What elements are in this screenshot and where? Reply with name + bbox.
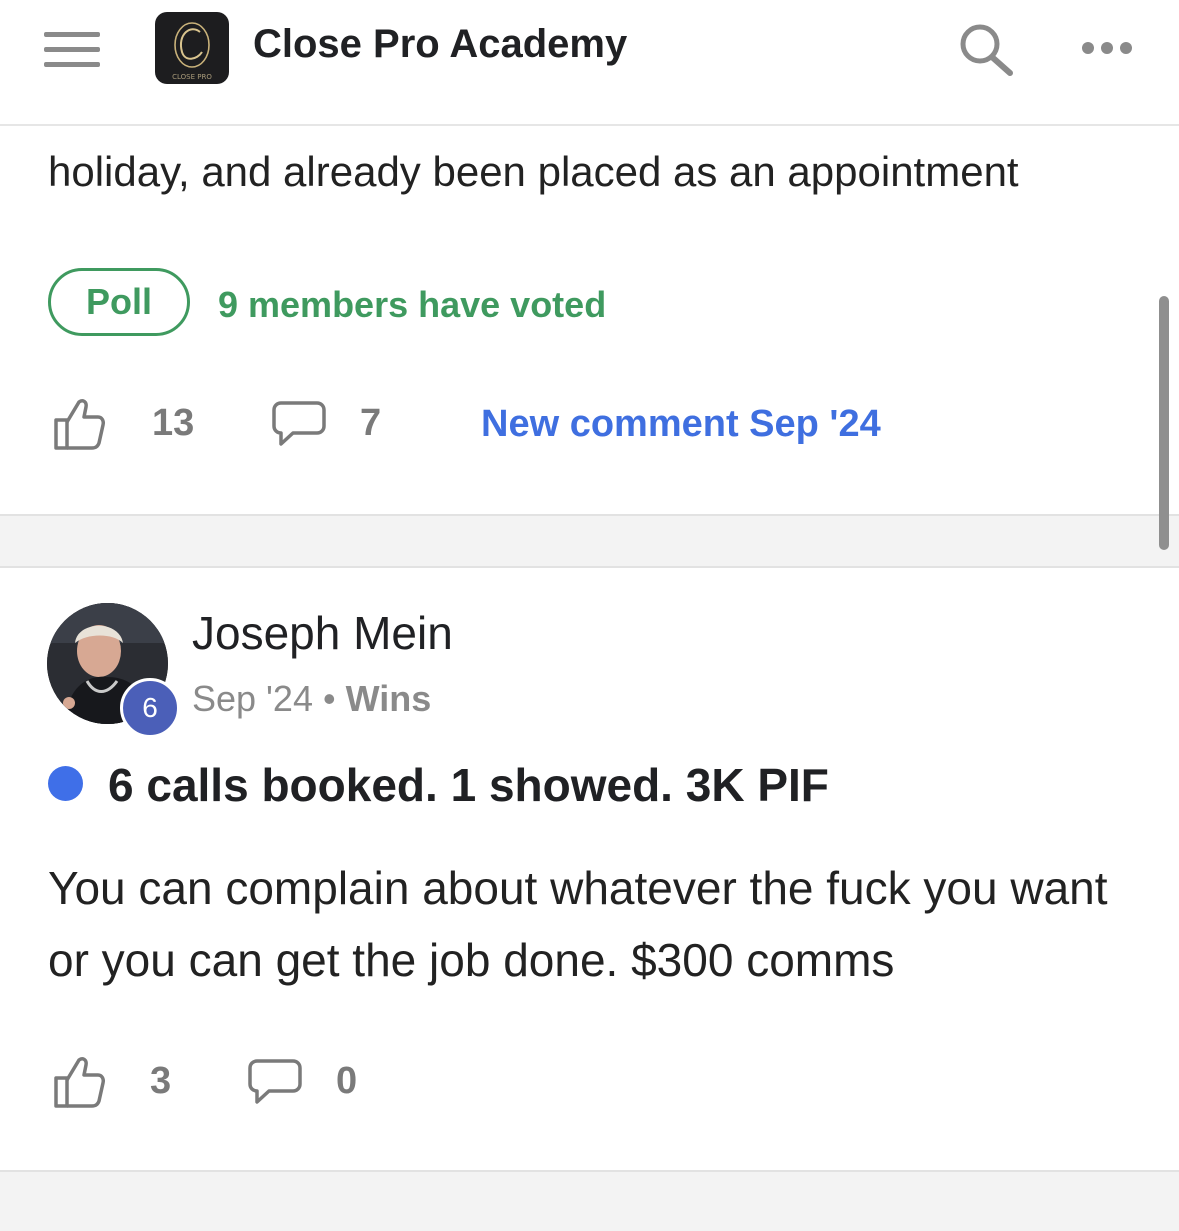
post-date[interactable]: Sep '24 <box>192 678 313 719</box>
app-header: CLOSE PRO Close Pro Academy <box>0 0 1179 126</box>
logo-mark-icon: CLOSE PRO <box>172 22 212 81</box>
group-logo[interactable]: CLOSE PRO <box>155 12 229 84</box>
like-count: 13 <box>152 402 195 444</box>
like-icon[interactable] <box>52 1054 106 1115</box>
more-horizontal-icon[interactable] <box>1080 40 1134 56</box>
post-divider <box>0 1170 1179 1231</box>
search-icon[interactable] <box>956 22 1016 78</box>
comment-icon[interactable] <box>271 400 327 453</box>
like-count: 3 <box>150 1060 172 1102</box>
post-title[interactable]: 6 calls booked. 1 showed. 3K PIF <box>108 758 829 812</box>
logo-text: CLOSE PRO <box>172 73 212 81</box>
group-title[interactable]: Close Pro Academy <box>253 22 627 67</box>
author-name[interactable]: Joseph Mein <box>192 606 453 660</box>
comment-icon[interactable] <box>247 1058 303 1111</box>
meta-separator: • <box>323 678 336 719</box>
scrollbar-thumb[interactable] <box>1159 296 1169 550</box>
post-category[interactable]: Wins <box>346 678 432 719</box>
poll-votes-text: 9 members have voted <box>218 284 607 325</box>
post-meta: Sep '24 • Wins <box>192 678 431 720</box>
post-body-excerpt: holiday, and already been placed as an a… <box>48 148 1019 195</box>
hamburger-menu-icon[interactable] <box>44 30 100 68</box>
new-comment-link[interactable]: New comment Sep '24 <box>481 403 881 446</box>
poll-badge: Poll <box>48 268 190 336</box>
unread-indicator <box>48 766 83 801</box>
comment-count: 7 <box>360 402 382 444</box>
comment-count: 0 <box>336 1060 358 1102</box>
post-body: You can complain about whatever the fuck… <box>48 862 1108 986</box>
like-icon[interactable] <box>52 396 106 457</box>
post-divider <box>0 514 1179 568</box>
level-badge: 6 <box>120 678 180 738</box>
